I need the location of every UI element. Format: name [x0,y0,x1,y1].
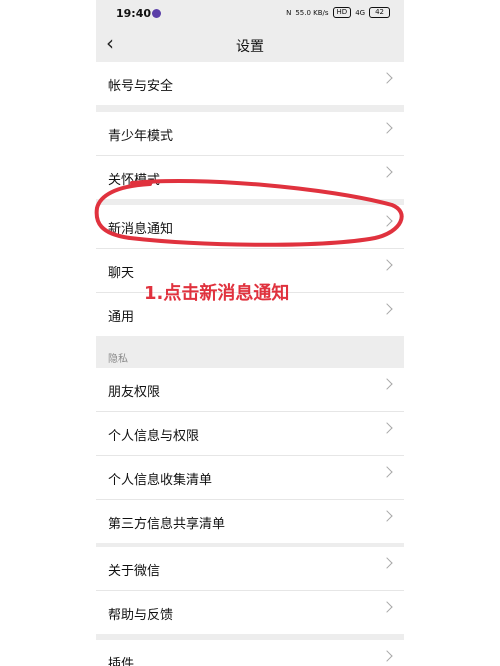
nfc-icon: N [286,8,292,17]
chevron-right-icon [381,72,393,84]
chevron-right-icon [381,650,393,662]
settings-item-label: 第三方信息共享清单 [108,517,226,532]
settings-item-plugins[interactable]: 插件 [96,640,404,666]
settings-item-label: 关怀模式 [108,173,161,188]
chevron-right-icon [381,601,393,613]
settings-item-care-mode[interactable]: 关怀模式 [96,156,404,199]
section-label-privacy: 隐私 [108,354,128,365]
settings-group-account: 帐号与安全 [96,62,404,105]
status-indicators: N 55.0 KB/s HD 4G 42 [286,7,390,18]
chevron-right-icon [381,510,393,522]
chevron-right-icon [381,215,393,227]
status-bar: 19:40 N 55.0 KB/s HD 4G 42 [96,0,404,28]
chevron-right-icon [381,122,393,134]
settings-group-general: 新消息通知 聊天 通用 [96,205,404,336]
status-time: 19:40 [116,7,152,20]
settings-item-account-security[interactable]: 帐号与安全 [96,62,404,105]
settings-item-teen-mode[interactable]: 青少年模式 [96,112,404,156]
hd-badge: HD [332,7,352,18]
settings-item-help-feedback[interactable]: 帮助与反馈 [96,591,404,634]
settings-item-label: 个人信息与权限 [108,429,200,444]
settings-group-about: 关于微信 帮助与反馈 [96,547,404,634]
signal-indicator: 4G [355,8,366,17]
settings-item-third-party-sharing[interactable]: 第三方信息共享清单 [96,500,404,543]
chevron-right-icon [381,303,393,315]
settings-item-label: 帮助与反馈 [108,608,174,623]
chevron-right-icon [381,259,393,271]
settings-item-label: 青少年模式 [108,129,174,144]
notification-dot-icon [152,9,161,18]
chevron-right-icon [381,422,393,434]
settings-item-label: 通用 [108,310,135,325]
chevron-right-icon [381,378,393,390]
battery-level: 42 [369,7,390,18]
phone-screen: 19:40 N 55.0 KB/s HD 4G 42 ‹ 设置 帐号与安全 青少… [96,0,404,666]
settings-group-plugins: 插件 [96,640,404,666]
settings-item-label: 插件 [108,657,135,666]
settings-item-friend-permissions[interactable]: 朋友权限 [96,368,404,412]
chevron-right-icon [381,466,393,478]
settings-item-label: 朋友权限 [108,385,161,400]
settings-item-label: 关于微信 [108,564,161,579]
annotation-instruction: 1.点击新消息通知 [144,283,290,304]
chevron-right-icon [381,557,393,569]
settings-item-new-message-notification[interactable]: 新消息通知 [96,205,404,249]
settings-item-personal-info-permissions[interactable]: 个人信息与权限 [96,412,404,456]
settings-item-label: 个人信息收集清单 [108,473,213,488]
settings-item-label: 新消息通知 [108,222,174,237]
settings-item-label: 聊天 [108,266,135,281]
settings-group-modes: 青少年模式 关怀模式 [96,112,404,199]
page-title: 设置 [236,39,264,55]
settings-item-about-wechat[interactable]: 关于微信 [96,547,404,591]
settings-item-personal-info-collection[interactable]: 个人信息收集清单 [96,456,404,500]
nav-bar: ‹ 设置 [96,28,404,60]
network-speed: 55.0 KB/s [295,8,329,17]
settings-item-label: 帐号与安全 [108,79,174,94]
chevron-right-icon [381,166,393,178]
settings-group-privacy: 朋友权限 个人信息与权限 个人信息收集清单 第三方信息共享清单 [96,368,404,543]
